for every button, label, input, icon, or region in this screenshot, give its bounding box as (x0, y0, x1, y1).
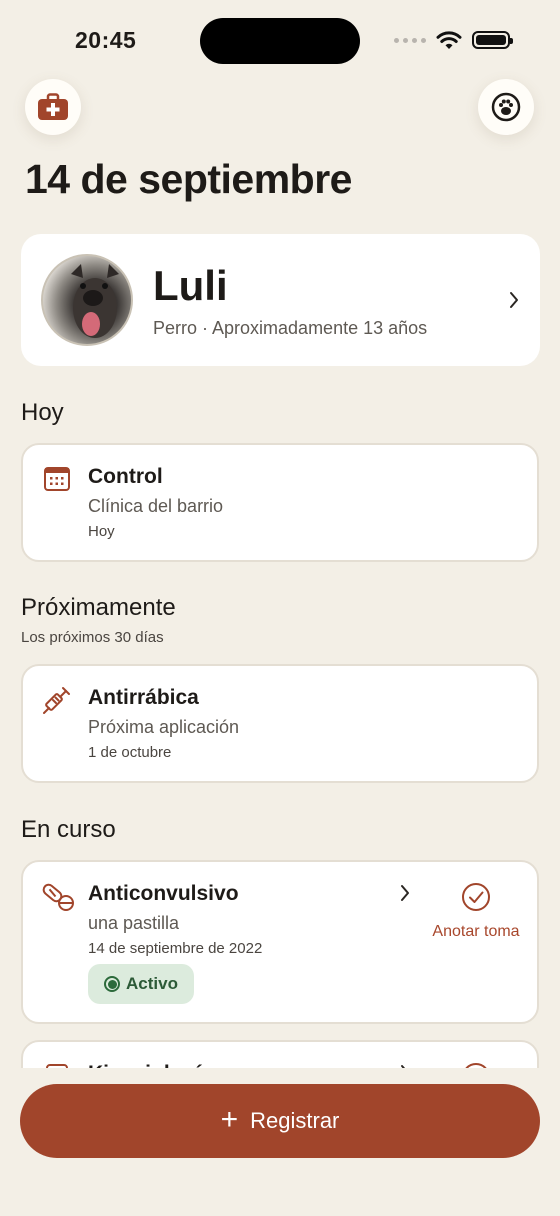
event-description: Próxima aplicación (88, 717, 240, 737)
first-aid-button[interactable] (25, 79, 81, 135)
status-time: 20:45 (75, 27, 137, 53)
first-aid-kit-icon (38, 93, 68, 120)
section-title-today: Hoy (21, 399, 64, 426)
treatment-dose: una pastilla (88, 913, 180, 933)
pills-icon (42, 883, 74, 911)
page-title: 14 de septiembre (25, 156, 353, 202)
battery-icon (472, 31, 513, 49)
section-title-upcoming: Próximamente (21, 594, 176, 621)
pet-avatar (41, 254, 133, 346)
plus-icon: + (220, 1102, 239, 1136)
register-button-label: Registrar (250, 1108, 340, 1133)
chevron-right-icon[interactable] (508, 291, 520, 309)
status-badge-label: Activo (126, 974, 178, 993)
calendar-icon (44, 467, 70, 491)
signal-icon (394, 37, 426, 43)
status-icons (394, 30, 513, 50)
section-title-ongoing: En curso (21, 816, 116, 843)
event-location: Clínica del barrio (88, 496, 224, 516)
pet-profile-card[interactable] (21, 234, 540, 366)
ongoing-treatment-card[interactable]: Anticonvulsivo una pastilla 14 de septie… (21, 860, 539, 1024)
pets-button[interactable] (478, 79, 534, 135)
status-badge: Activo (88, 964, 194, 1004)
today-event-card[interactable]: Control Clínica del barrio Hoy (21, 443, 539, 562)
log-dose-button[interactable]: Anotar toma (426, 882, 526, 941)
event-title: Antirrábica (88, 686, 199, 709)
pet-subtitle: Perro · Aproximadamente 13 años (153, 318, 428, 338)
chevron-right-icon[interactable] (399, 884, 411, 902)
event-date: 1 de octubre (88, 744, 172, 761)
section-subtitle-upcoming: Los próximos 30 días (21, 629, 164, 646)
pet-name: Luli (153, 262, 228, 309)
paw-icon (491, 92, 521, 122)
syringe-icon (43, 687, 70, 714)
event-title: Control (88, 465, 163, 488)
treatment-title: Anticonvulsivo (88, 882, 239, 905)
wifi-icon (436, 31, 462, 49)
log-dose-label: Anotar toma (432, 923, 520, 940)
register-button[interactable]: + Registrar (20, 1084, 540, 1158)
treatment-start-date: 14 de septiembre de 2022 (88, 940, 263, 957)
status-bar: 20:45 (0, 0, 560, 80)
upcoming-event-card[interactable]: Antirrábica Próxima aplicación 1 de octu… (21, 664, 539, 783)
event-date: Hoy (88, 523, 115, 540)
active-dot-icon (104, 976, 120, 992)
dynamic-island (200, 18, 360, 64)
checkmark-circle-icon (462, 883, 490, 911)
